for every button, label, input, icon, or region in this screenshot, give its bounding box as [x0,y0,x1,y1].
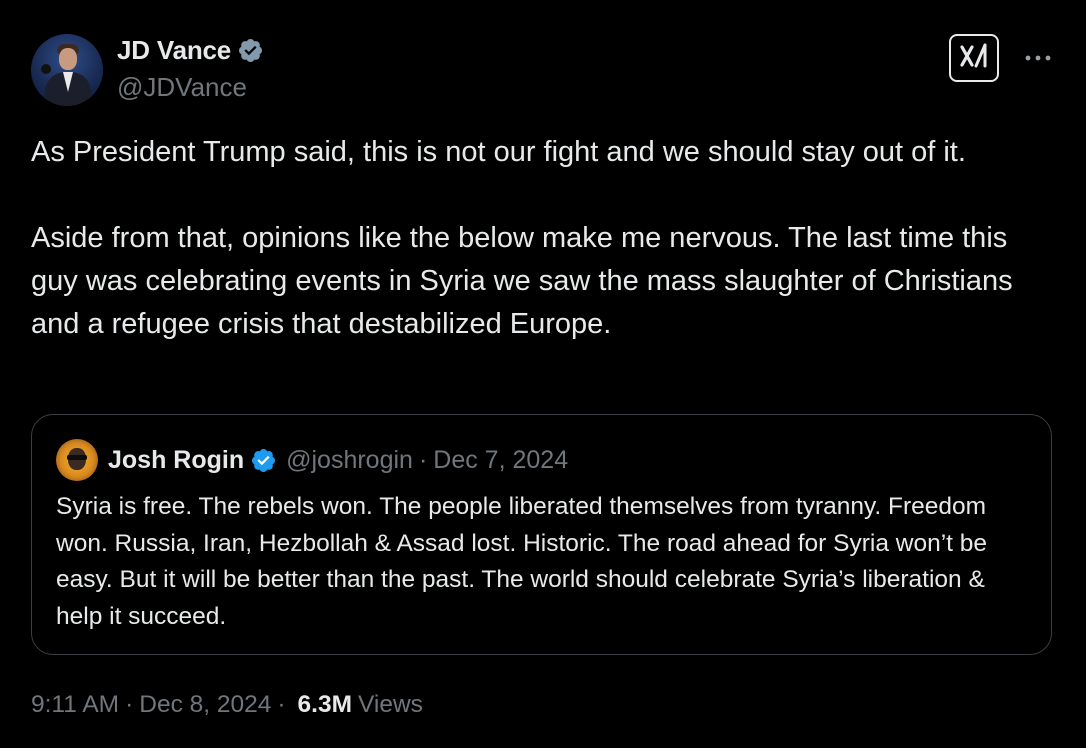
tweet-card: JD Vance @JDVance As President Trump sai… [0,0,1086,748]
grok-button[interactable] [949,34,999,82]
quoted-date: Dec 7, 2024 [433,445,569,474]
quoted-tweet-header: Josh Rogin @joshrogin · Dec 7, 2024 [56,439,568,481]
author-avatar[interactable] [31,34,103,106]
quoted-author-name: Josh Rogin [108,445,245,474]
verified-badge-icon[interactable] [237,37,264,64]
meta-separator: · [125,691,134,718]
quoted-avatar-glasses [67,455,87,460]
tweet-paragraph: Aside from that, opinions like the below… [31,222,1013,340]
author-name[interactable]: JD Vance [117,35,231,66]
author-name-row: JD Vance [117,34,264,66]
avatar-mic [41,64,51,74]
grok-icon [958,41,990,76]
tweet-date[interactable]: Dec 8, 2024 [139,691,271,719]
tweet-text: As President Trump said, this is not our… [31,131,1061,346]
tweet-paragraph: As President Trump said, this is not our… [31,136,966,168]
quoted-tweet-text: Syria is free. The rebels won. The peopl… [56,493,988,630]
tweet-meta: 9:11 AM · Dec 8, 2024 · 6.3M Views [31,688,423,722]
verified-badge-icon [250,447,277,474]
views-label[interactable]: Views [358,691,423,719]
meta-separator: · [277,691,286,718]
avatar-face [59,48,77,70]
more-button[interactable] [1020,44,1056,72]
author-handle[interactable]: @JDVance [117,72,247,103]
tweet-time[interactable]: 9:11 AM [31,691,119,719]
quoted-separator: · [418,445,428,474]
quoted-author-handle: @joshrogin [286,445,413,474]
quoted-author-avatar [56,439,98,481]
views-count[interactable]: 6.3M [298,691,352,719]
more-icon [1024,49,1052,67]
quoted-tweet[interactable]: Josh Rogin @joshrogin · Dec 7, 2024 Syri… [31,414,1052,655]
